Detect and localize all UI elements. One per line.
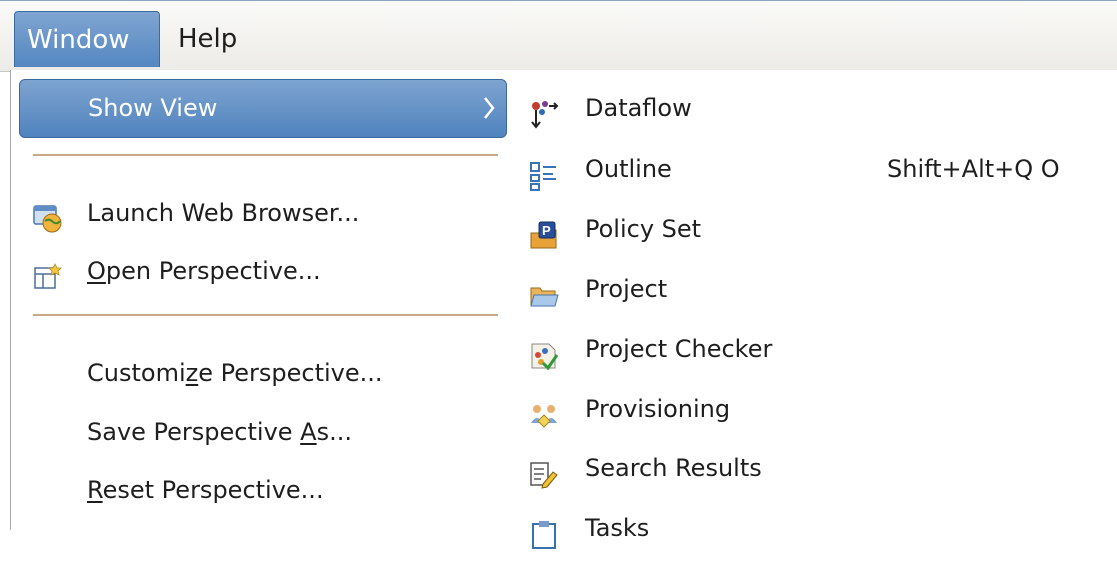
svg-text:P: P [542,223,551,238]
submenu-item-label: Outline [585,155,672,183]
submenu-item-label: Search Results [585,454,762,482]
reset-perspective-label: Reset Perspective... [87,476,324,504]
launch-web-browser-label: Launch Web Browser... [87,199,360,227]
submenu-item-dataflow[interactable]: Dataflow [515,79,1117,137]
menu-item-customize-perspective[interactable]: Customize Perspective... [19,345,507,401]
submenu-item-policy-set[interactable]: P Policy Set [515,200,1117,258]
open-perspective-icon [33,256,63,289]
submenu-item-project[interactable]: Project [515,260,1117,318]
outline-icon [529,154,559,191]
dataflow-icon [529,93,559,129]
search-results-icon [529,453,559,489]
submenu-item-provisioning[interactable]: Provisioning [515,380,1117,438]
menu-window[interactable]: Window [14,11,160,67]
chevron-right-icon [482,80,496,158]
submenu-item-project-checker[interactable]: Project Checker [515,320,1117,378]
menu-separator [33,314,498,316]
web-browser-icon [33,198,63,233]
submenu-item-search-results[interactable]: Search Results [515,439,1117,497]
menu-bar: Window Help [0,0,1117,72]
menu-separator [33,154,498,156]
menu-item-save-perspective-as[interactable]: Save Perspective As... [19,404,507,460]
tasks-icon [529,513,559,549]
submenu-item-label: Project [585,275,668,303]
show-view-submenu: Dataflow Outline Shift+Alt+Q O P Policy … [515,70,1117,549]
policy-set-icon: P [529,214,559,249]
open-perspective-label: Open Perspective... [87,257,321,285]
menu-item-launch-web-browser[interactable]: Launch Web Browser... [19,185,507,241]
submenu-item-label: Policy Set [585,215,702,243]
submenu-item-label: Dataflow [585,94,692,122]
submenu-item-outline[interactable]: Outline Shift+Alt+Q O [515,140,1117,198]
submenu-item-tasks[interactable]: Tasks [515,499,1117,557]
menu-help[interactable]: Help [166,11,266,67]
submenu-item-label: Tasks [585,514,650,542]
show-view-label: Show View [88,94,218,122]
provisioning-icon [529,394,559,428]
customize-perspective-label: Customize Perspective... [87,359,383,387]
submenu-item-label: Provisioning [585,395,731,423]
save-perspective-as-label: Save Perspective As... [87,418,352,446]
submenu-item-label: Project Checker [585,335,773,363]
menu-item-show-view[interactable]: Show View [19,79,507,138]
shortcut-text: Shift+Alt+Q O [887,155,1060,183]
window-menu-dropdown: Show View Launch Web Browser... Open Per… [10,70,517,530]
menu-item-open-perspective[interactable]: Open Perspective... [19,243,507,299]
menu-item-reset-perspective[interactable]: Reset Perspective... [19,462,507,518]
project-checker-icon [529,334,559,371]
folder-icon [529,274,559,307]
